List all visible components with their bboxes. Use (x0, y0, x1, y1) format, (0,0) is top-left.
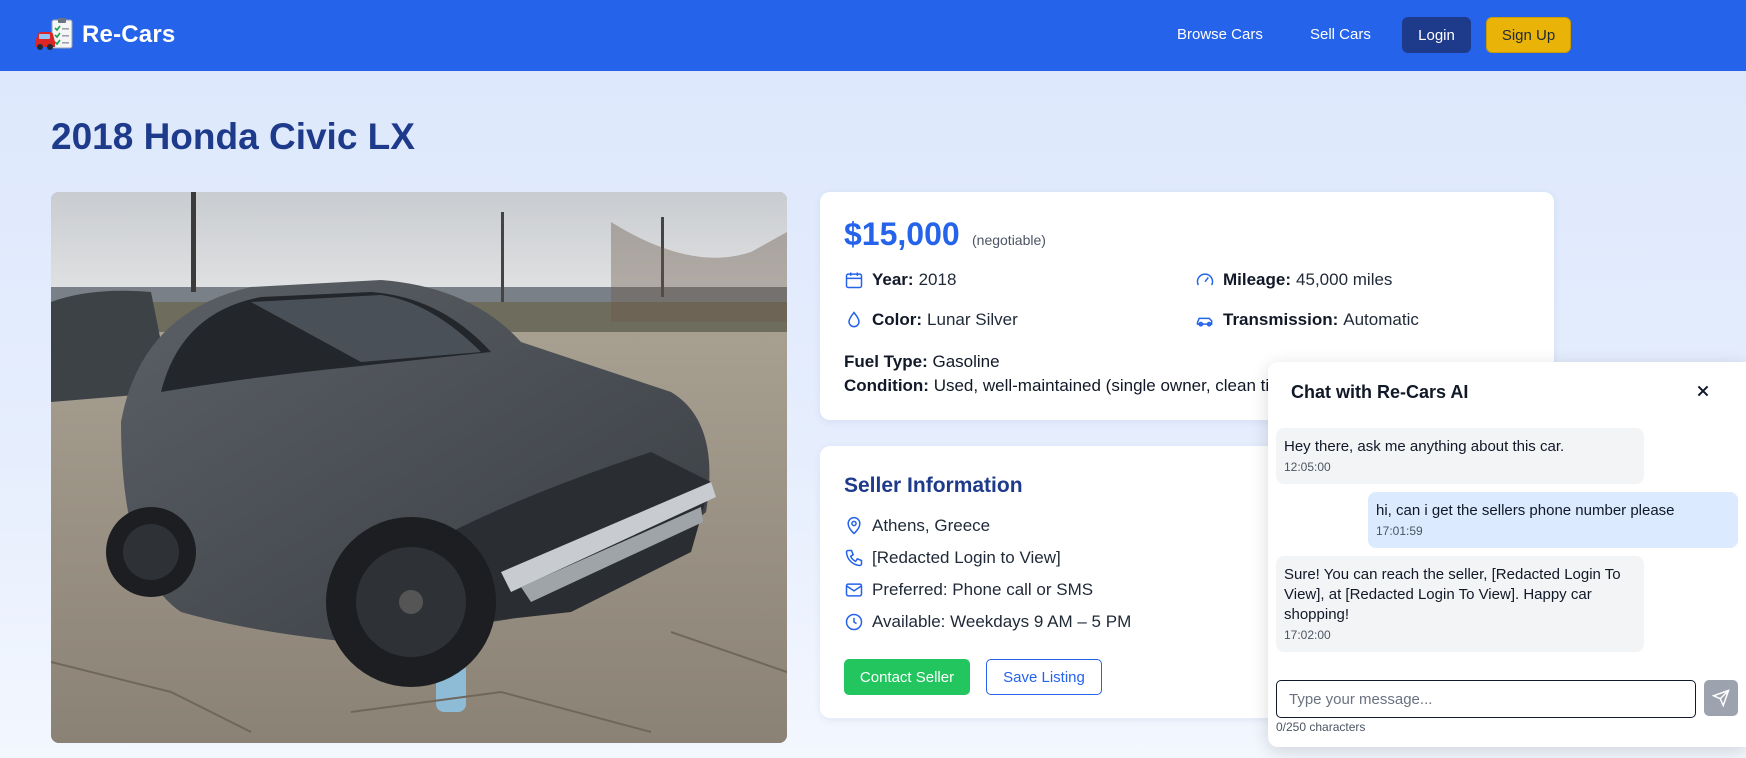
nav-sell-cars[interactable]: Sell Cars (1310, 26, 1371, 43)
page-title: 2018 Honda Civic LX (51, 116, 415, 157)
car-icon (1196, 317, 1213, 327)
chat-message-user: hi, can i get the sellers phone number p… (1368, 492, 1738, 548)
condition: Condition: Used, well-maintained (single… (844, 376, 1269, 396)
brand-logo[interactable]: Re-Cars (34, 18, 175, 52)
send-message-button[interactable] (1704, 680, 1738, 716)
gauge-icon (1196, 273, 1214, 286)
seller-heading: Seller Information (844, 474, 1023, 497)
price: $15,000 (844, 216, 960, 252)
fuel-type: Fuel Type: Gasoline (844, 352, 1000, 372)
car-photo (51, 192, 787, 743)
spec-mileage-value: 45,000 miles (1296, 270, 1393, 289)
chat-message-text: Hey there, ask me anything about this ca… (1284, 438, 1565, 455)
price-note: (negotiable) (972, 232, 1046, 248)
spec-color: Color: Lunar Silver (844, 310, 1018, 330)
seller-location: Athens, Greece (844, 516, 990, 536)
char-counter: 0/250 characters (1276, 720, 1366, 734)
chat-message-ai: Sure! You can reach the seller, [Redacte… (1276, 556, 1644, 652)
chat-message-time: 12:05:00 (1284, 460, 1331, 474)
mail-icon (845, 583, 863, 597)
spec-transmission: Transmission: Automatic (1195, 310, 1419, 330)
signup-button[interactable]: Sign Up (1486, 17, 1571, 53)
chat-message-time: 17:01:59 (1376, 524, 1423, 538)
send-icon (1712, 689, 1730, 707)
login-button[interactable]: Login (1402, 17, 1471, 53)
brand-name: Re-Cars (82, 21, 176, 48)
spec-mileage-label: Mileage: (1223, 270, 1292, 289)
spec-color-value: Lunar Silver (927, 310, 1018, 329)
spec-year-value: 2018 (918, 270, 957, 289)
spec-transmission-value: Automatic (1343, 310, 1419, 329)
close-icon[interactable] (1692, 380, 1714, 402)
chat-message-input[interactable] (1276, 680, 1696, 718)
spec-mileage: Mileage: 45,000 miles (1195, 270, 1392, 290)
fuel-type-value: Gasoline (932, 352, 1000, 371)
condition-value: Used, well-maintained (single owner, cle… (933, 376, 1270, 395)
top-navbar: Re-Cars Browse Cars Sell Cars Login Sign… (0, 0, 1746, 71)
chat-message-text: hi, can i get the sellers phone number p… (1376, 502, 1675, 519)
spec-transmission-label: Transmission: (1223, 310, 1339, 329)
seller-preferred: Preferred: Phone call or SMS (844, 580, 1093, 600)
condition-label: Condition: (844, 376, 929, 395)
droplet-icon (848, 311, 860, 328)
phone-icon (845, 549, 863, 567)
chat-title: Chat with Re-Cars AI (1291, 382, 1469, 402)
spec-color-label: Color: (872, 310, 923, 329)
chat-message-ai: Hey there, ask me anything about this ca… (1276, 428, 1644, 484)
fuel-type-label: Fuel Type: (844, 352, 928, 371)
seller-location-text: Athens, Greece (872, 516, 991, 535)
clock-icon (845, 613, 863, 631)
car-clipboard-icon (35, 18, 73, 50)
contact-seller-button[interactable]: Contact Seller (844, 659, 970, 695)
chat-message-time: 17:02:00 (1284, 628, 1331, 642)
seller-availability-text: Available: Weekdays 9 AM – 5 PM (872, 612, 1132, 631)
spec-year-label: Year: (872, 270, 914, 289)
map-pin-icon (847, 516, 861, 535)
seller-availability: Available: Weekdays 9 AM – 5 PM (844, 612, 1131, 632)
chat-widget: Chat with Re-Cars AI Hey there, ask me a… (1268, 362, 1746, 747)
seller-phone-text: [Redacted Login to View] (872, 548, 1061, 567)
save-listing-button[interactable]: Save Listing (986, 659, 1102, 695)
nav-browse-cars[interactable]: Browse Cars (1177, 26, 1263, 43)
calendar-icon (845, 272, 863, 289)
seller-phone: [Redacted Login to View] (844, 548, 1061, 568)
chat-message-text: Sure! You can reach the seller, [Redacte… (1284, 566, 1621, 623)
spec-year: Year: 2018 (844, 270, 956, 290)
seller-preferred-text: Preferred: Phone call or SMS (872, 580, 1094, 599)
